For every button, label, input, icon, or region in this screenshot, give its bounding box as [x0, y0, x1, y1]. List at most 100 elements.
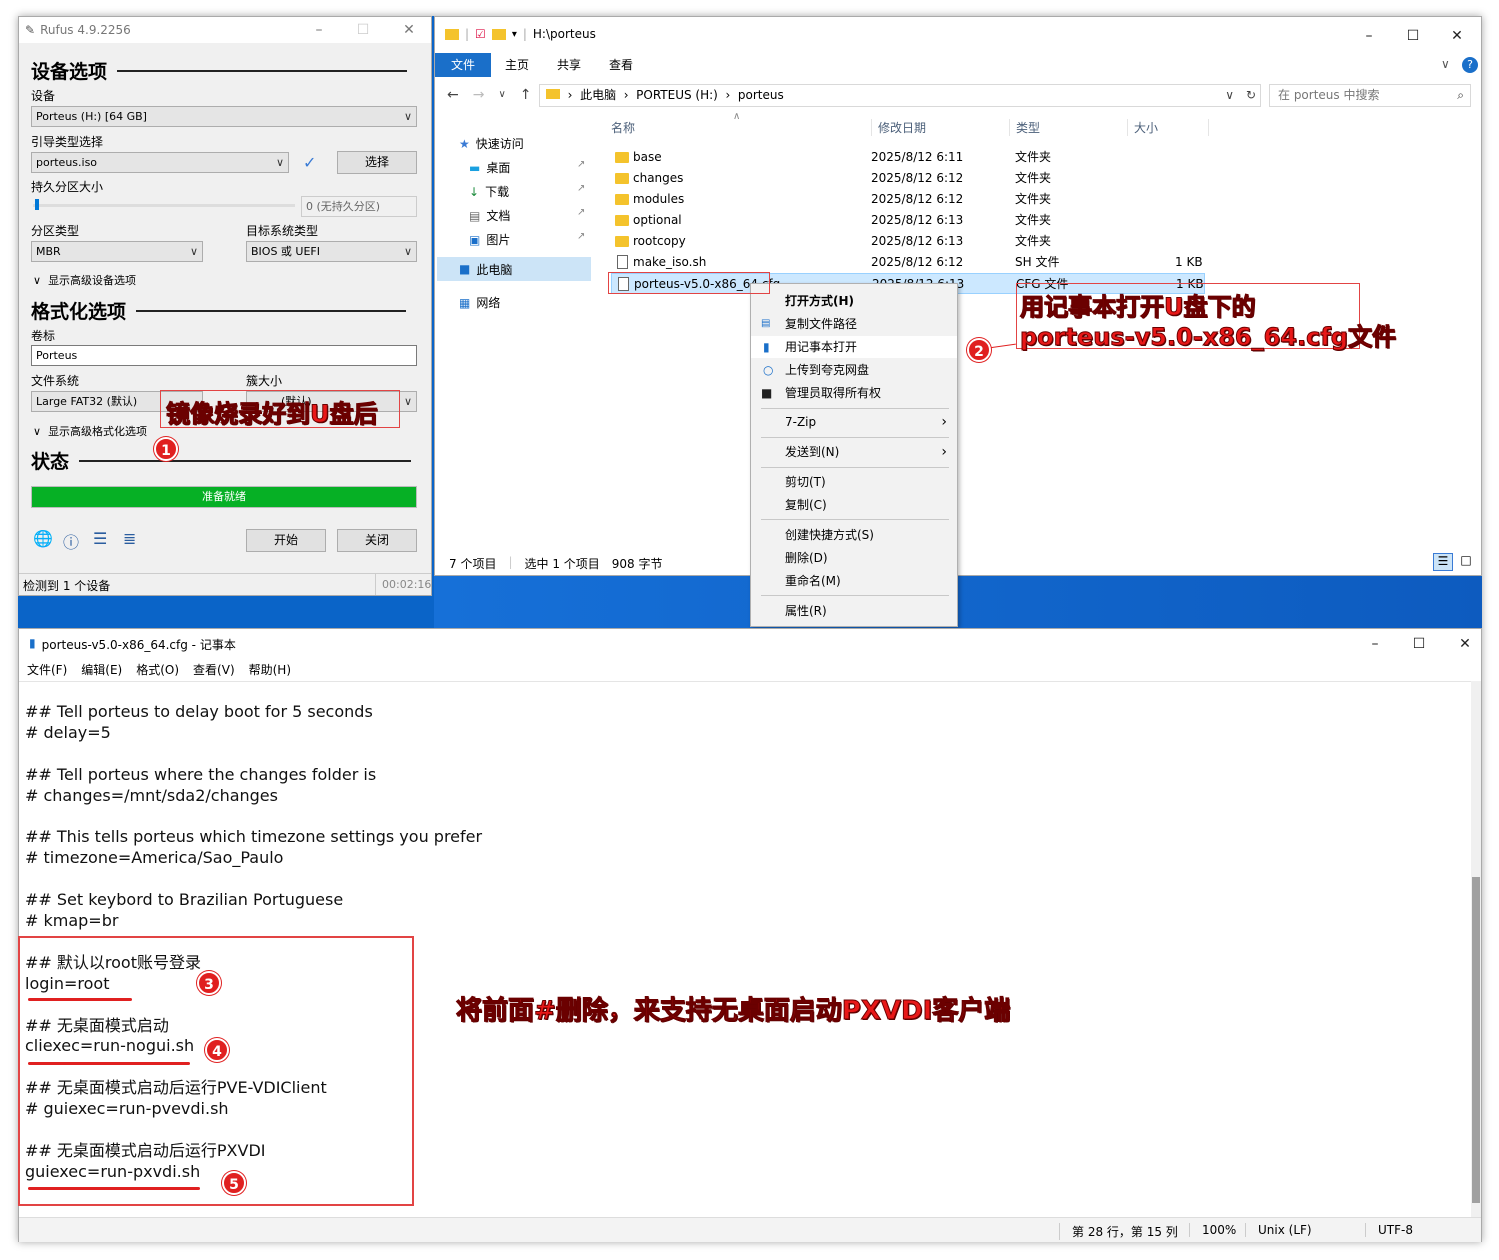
new-folder-icon[interactable] [491, 28, 506, 40]
explorer-close-button[interactable]: ✕ [1435, 23, 1479, 49]
details-view-icon[interactable]: ☰ [1433, 553, 1453, 571]
nav-downloads[interactable]: ↓ 下载 [469, 183, 509, 200]
menu-rename[interactable]: 重命名(M) [751, 570, 957, 592]
notepad-close-button[interactable]: ✕ [1443, 631, 1487, 657]
log-icon[interactable]: ≣ [123, 529, 136, 548]
column-name[interactable]: 名称 [611, 119, 635, 136]
sort-chevron-icon: ∧ [733, 111, 741, 122]
help-icon[interactable]: ? [1462, 57, 1478, 73]
tab-share[interactable]: 共享 [543, 53, 595, 77]
menu-format[interactable]: 格式(O) [136, 661, 179, 678]
menu-cut[interactable]: 剪切(T) [751, 471, 957, 493]
tab-file[interactable]: 文件 [435, 53, 492, 77]
notepad-maximize-button[interactable]: ☐ [1397, 631, 1441, 657]
menu-copy[interactable]: 复制(C) [751, 494, 957, 516]
table-row[interactable]: make_iso.sh 2025/8/12 6:12 SH 文件 1 KB [611, 252, 1205, 273]
partition-select[interactable]: MBR ∨ [31, 241, 203, 262]
maximize-button[interactable]: ☐ [341, 17, 385, 43]
persistent-slider-thumb[interactable] [35, 199, 39, 210]
folder-icon [615, 173, 629, 184]
refresh-icon[interactable]: ↻ [1246, 85, 1256, 106]
language-icon[interactable]: 🌐 [33, 529, 53, 548]
large-icons-view-icon[interactable]: □ [1457, 553, 1475, 571]
pin-icon[interactable]: ↗ [577, 231, 585, 242]
scrollbar-thumb[interactable] [1472, 877, 1480, 1203]
settings-sliders-icon[interactable]: ☰ [93, 529, 107, 548]
column-type[interactable]: 类型 [1009, 119, 1040, 136]
menu-edit[interactable]: 编辑(E) [81, 661, 122, 678]
vertical-scrollbar[interactable] [1471, 681, 1481, 1217]
menu-delete[interactable]: 删除(D) [751, 547, 957, 569]
nav-desktop[interactable]: ▬ 桌面 [469, 159, 510, 176]
column-date[interactable]: 修改日期 [871, 119, 926, 136]
device-select[interactable]: Porteus (H:) [64 GB] ∨ [31, 106, 417, 127]
menu-send-to[interactable]: 发送到(N) › [751, 441, 957, 463]
advanced-format-toggle[interactable]: ∨ 显示高级格式化选项 [33, 423, 147, 439]
persistent-size-field[interactable]: 0 (无持久分区) [301, 196, 417, 217]
menu-open-notepad[interactable]: ▮ 用记事本打开 [751, 336, 957, 358]
start-button[interactable]: 开始 [246, 529, 326, 552]
info-icon[interactable]: ⓘ [63, 529, 79, 553]
table-row[interactable]: base 2025/8/12 6:11 文件夹 [611, 147, 1205, 168]
menu-create-shortcut[interactable]: 创建快捷方式(S) [751, 524, 957, 546]
nav-pictures[interactable]: ▣ 图片 [469, 231, 510, 248]
nav-network[interactable]: ▦ 网络 [459, 294, 500, 311]
breadcrumb-drive[interactable]: PORTEUS (H:) [636, 88, 718, 102]
menu-open-with[interactable]: 打开方式(H) [751, 290, 957, 312]
menu-properties[interactable]: 属性(R) [751, 600, 957, 622]
explorer-maximize-button[interactable]: ☐ [1391, 23, 1435, 49]
explorer-minimize-button[interactable]: – [1347, 23, 1391, 49]
advanced-device-toggle[interactable]: ∨ 显示高级设备选项 [33, 272, 136, 288]
nav-quick-access[interactable]: ★ 快速访问 [459, 135, 524, 152]
pin-icon[interactable]: ↗ [577, 183, 585, 194]
menu-upload-quark[interactable]: ○ 上传到夸克网盘 [751, 359, 957, 381]
up-arrow-icon[interactable]: ↑ [520, 87, 532, 103]
file-type: SH 文件 [1015, 255, 1060, 269]
boot-select[interactable]: porteus.iso ∨ [31, 152, 289, 173]
menu-view[interactable]: 查看(V) [193, 661, 235, 678]
menu-file[interactable]: 文件(F) [27, 661, 67, 678]
address-bar[interactable]: › 此电脑 › PORTEUS (H:) › porteus ∨ ↻ [539, 84, 1261, 107]
table-row[interactable]: modules 2025/8/12 6:12 文件夹 [611, 189, 1205, 210]
forward-arrow-icon[interactable]: → [473, 87, 485, 103]
folder-icon [615, 236, 629, 247]
pin-icon[interactable]: ↗ [577, 207, 585, 218]
menu-copy-path[interactable]: ▤ 复制文件路径 [751, 313, 957, 335]
customize-icon[interactable]: ▾ [512, 29, 517, 40]
menu-help[interactable]: 帮助(H) [249, 661, 291, 678]
volume-input[interactable]: Porteus [31, 345, 417, 366]
breadcrumb-folder[interactable]: porteus [738, 88, 784, 102]
tab-view[interactable]: 查看 [595, 53, 647, 77]
ribbon-expand-icon[interactable]: ∨ [1441, 57, 1450, 71]
nav-documents[interactable]: ▤ 文档 [469, 207, 510, 224]
back-arrow-icon[interactable]: ← [447, 87, 459, 103]
close-button[interactable]: 关闭 [337, 529, 417, 552]
select-button[interactable]: 选择 [337, 151, 417, 174]
explorer-title: H:\porteus [532, 27, 596, 41]
nav-this-pc[interactable]: ■ 此电脑 [437, 257, 591, 281]
menu-take-ownership[interactable]: ■ 管理员取得所有权 [751, 382, 957, 404]
target-select[interactable]: BIOS 或 UEFI ∨ [246, 241, 417, 262]
file-type: 文件夹 [1015, 171, 1052, 185]
table-row[interactable]: changes 2025/8/12 6:12 文件夹 [611, 168, 1205, 189]
pin-icon[interactable]: ↗ [577, 159, 585, 170]
notepad-minimize-button[interactable]: – [1353, 631, 1397, 657]
address-dropdown-icon[interactable]: ∨ [1225, 85, 1234, 106]
recent-chevron-icon[interactable]: ∨ [498, 89, 505, 103]
breadcrumb-this-pc[interactable]: 此电脑 [580, 88, 616, 102]
table-row[interactable]: rootcopy 2025/8/12 6:13 文件夹 [611, 231, 1205, 252]
properties-icon[interactable]: ☑ [475, 27, 486, 41]
text-line: ## This tells porteus which timezone set… [25, 827, 483, 847]
file-name: changes [633, 171, 684, 185]
close-window-button[interactable]: ✕ [387, 17, 431, 43]
menu-separator [761, 519, 949, 520]
table-row[interactable]: optional 2025/8/12 6:13 文件夹 [611, 210, 1205, 231]
column-size[interactable]: 大小 [1127, 119, 1209, 136]
persistent-slider-track[interactable] [33, 204, 295, 207]
verify-check-icon[interactable]: ✓ [303, 153, 316, 172]
search-input[interactable]: 在 porteus 中搜索 ⌕ [1269, 84, 1471, 107]
minimize-button[interactable]: – [297, 17, 341, 43]
menu-7zip[interactable]: 7-Zip › [751, 411, 957, 433]
tab-home[interactable]: 主页 [491, 53, 543, 77]
menu-separator [761, 595, 949, 596]
